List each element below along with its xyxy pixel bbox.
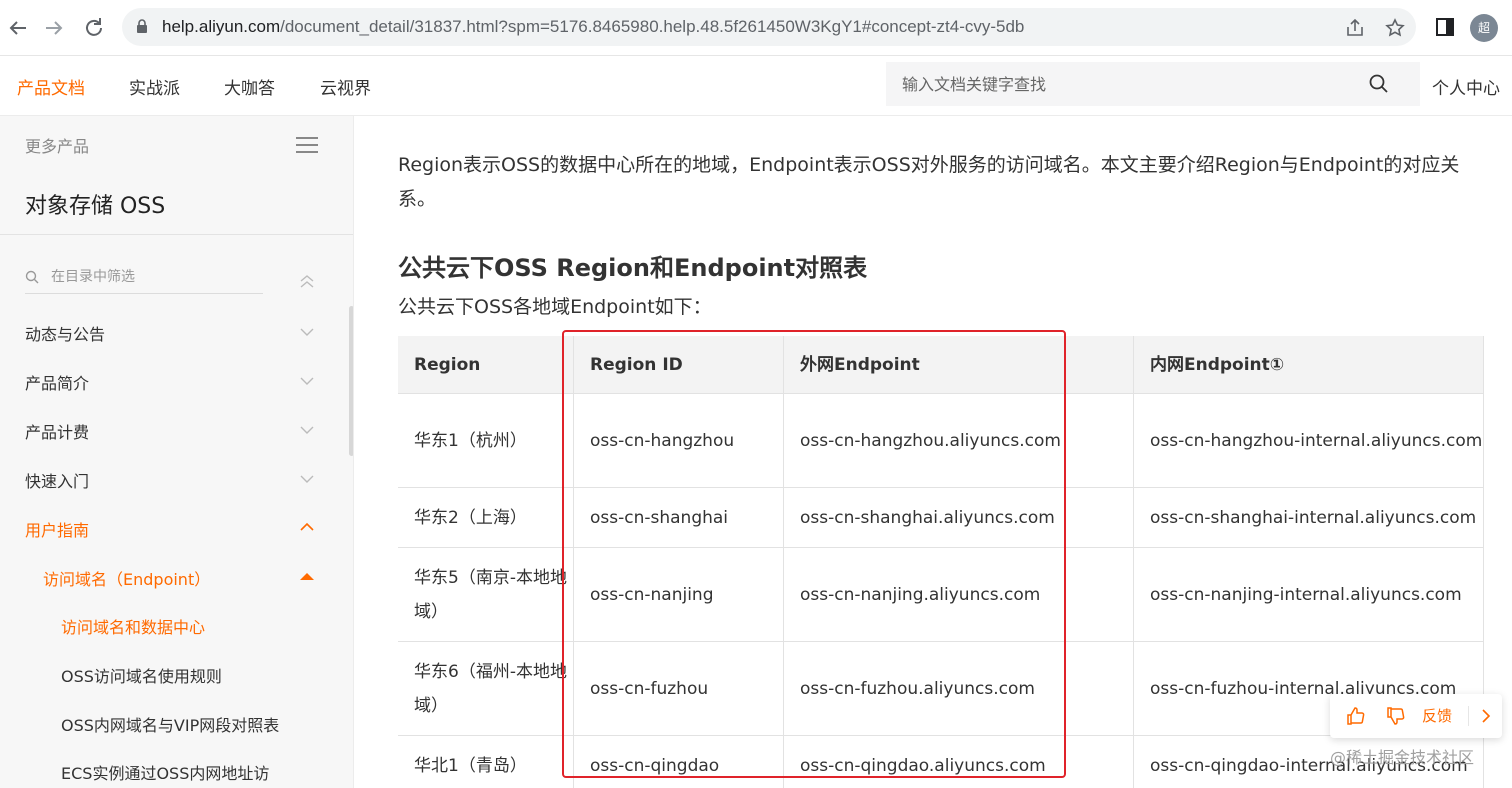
table-cell-region: 华东5（南京-本地地域） [398, 548, 574, 642]
table-cell-public-endpoint: oss-cn-fuzhou.aliyuncs.com [784, 642, 1134, 736]
menu-icon[interactable] [296, 136, 318, 154]
table-cell-region: 华东2（上海） [398, 488, 574, 548]
sidebar-toggle-icon[interactable] [1434, 16, 1456, 38]
chevron-up-icon[interactable] [299, 522, 315, 532]
watermark-text: @稀土掘金技术社区 [1330, 748, 1475, 767]
feedback-widget: 反馈 [1330, 694, 1502, 738]
table-header-cell: 内网Endpoint① [1134, 336, 1484, 394]
table-cell-region-id: oss-cn-fuzhou [574, 642, 784, 736]
table-cell-public-endpoint: oss-cn-shanghai.aliyuncs.com [784, 488, 1134, 548]
chevron-down-icon[interactable] [299, 474, 315, 484]
table-header-cell: 外网Endpoint [784, 336, 1134, 394]
sidebar-item-overview[interactable]: 产品简介 [25, 370, 89, 394]
nav-cloud-view[interactable]: 云视界 [320, 74, 371, 99]
table-cell-region: 华东6（福州-本地地域） [398, 642, 574, 736]
intro-paragraph: Region表示OSS的数据中心所在的地域，Endpoint表示OSS对外服务的… [398, 154, 1460, 210]
sidebar-filter-input[interactable] [51, 266, 261, 288]
sidebar-item-endpoint-rules[interactable]: OSS访问域名使用规则 [61, 663, 222, 687]
table-cell-internal-endpoint: oss-cn-shanghai-internal.aliyuncs.com [1134, 488, 1484, 548]
table-cell-region: 华东1（杭州） [398, 394, 574, 488]
url-host: help.aliyun.com [162, 17, 281, 36]
table-cell-region-id: oss-cn-nanjing [574, 548, 784, 642]
share-icon[interactable] [1344, 17, 1366, 39]
feedback-divider [1468, 706, 1469, 726]
more-products-link[interactable]: 更多产品 [25, 133, 89, 157]
section-subtitle: 公共云下OSS各地域Endpoint如下： [398, 296, 712, 318]
chevron-right-icon[interactable] [1476, 706, 1496, 726]
nav-experts[interactable]: 大咖答 [224, 74, 275, 99]
table-cell-region: 华北1（青岛） [398, 736, 574, 788]
product-title: 对象存储 OSS [25, 194, 166, 219]
table-cell-region-id: oss-cn-qingdao [574, 736, 784, 788]
doc-sidebar: 更多产品 对象存储 OSS 动态与公告 产品简介 产品计费 快速入门 用户指南 … [0, 116, 354, 788]
site-header: 产品文档 实战派 大咖答 云视界 个人中心 [0, 56, 1512, 116]
sidebar-item-announcements[interactable]: 动态与公告 [25, 321, 105, 345]
table-cell-region-id: oss-cn-shanghai [574, 488, 784, 548]
table-header-cell: Region [398, 336, 574, 394]
sidebar-item-billing[interactable]: 产品计费 [25, 419, 89, 443]
table-cell-public-endpoint: oss-cn-nanjing.aliyuncs.com [784, 548, 1134, 642]
table-cell-public-endpoint: oss-cn-hangzhou.aliyuncs.com [784, 394, 1134, 488]
table-cell-internal-endpoint: oss-cn-hangzhou-internal.aliyuncs.com [1134, 394, 1484, 488]
url-text[interactable]: help.aliyun.com/document_detail/31837.ht… [162, 17, 1024, 37]
sidebar-divider [0, 234, 353, 235]
chevron-down-icon[interactable] [299, 376, 315, 386]
sidebar-item-vip-ranges[interactable]: OSS内网域名与VIP网段对照表 [61, 712, 279, 736]
back-arrow-icon[interactable] [4, 14, 32, 42]
table-cell-internal-endpoint: oss-cn-nanjing-internal.aliyuncs.com [1134, 548, 1484, 642]
bookmark-star-icon[interactable] [1384, 17, 1406, 39]
personal-center-link[interactable]: 个人中心 [1432, 74, 1500, 99]
doc-content: Region表示OSS的数据中心所在的地域，Endpoint表示OSS对外服务的… [356, 116, 1512, 788]
sidebar-filter [25, 264, 263, 294]
sidebar-scrollbar[interactable] [349, 306, 353, 456]
profile-avatar[interactable]: 超 [1470, 14, 1498, 42]
nav-practice[interactable]: 实战派 [129, 74, 180, 99]
table-header-cell: Region ID [574, 336, 784, 394]
sidebar-item-ecs-internal[interactable]: ECS实例通过OSS内网地址访 [61, 760, 269, 784]
sidebar-item-user-guide[interactable]: 用户指南 [25, 517, 89, 541]
sidebar-item-endpoint[interactable]: 访问域名（Endpoint） [43, 566, 210, 590]
thumbs-up-icon[interactable] [1346, 706, 1366, 726]
doc-search-input[interactable] [902, 72, 1362, 96]
chevron-down-icon[interactable] [299, 327, 315, 337]
section-title: 公共云下OSS Region和Endpoint对照表 [398, 254, 868, 282]
nav-product-docs[interactable]: 产品文档 [17, 74, 85, 99]
browser-toolbar: help.aliyun.com/document_detail/31837.ht… [0, 0, 1512, 56]
address-bar[interactable]: help.aliyun.com/document_detail/31837.ht… [122, 8, 1416, 46]
sidebar-item-endpoint-datacenter[interactable]: 访问域名和数据中心 [61, 614, 205, 638]
lock-icon[interactable] [136, 19, 148, 34]
feedback-button[interactable]: 反馈 [1422, 705, 1452, 726]
caret-up-icon[interactable] [299, 571, 315, 581]
filter-search-icon [25, 270, 39, 284]
search-icon[interactable] [1368, 73, 1390, 95]
collapse-all-icon[interactable] [298, 272, 316, 290]
chevron-down-icon[interactable] [299, 425, 315, 435]
url-path: /document_detail/31837.html?spm=5176.846… [280, 17, 1025, 36]
sidebar-item-quickstart[interactable]: 快速入门 [25, 468, 89, 492]
forward-arrow-icon[interactable] [40, 14, 68, 42]
table-cell-public-endpoint: oss-cn-qingdao.aliyuncs.com [784, 736, 1134, 788]
doc-search-box [886, 62, 1420, 106]
thumbs-down-icon[interactable] [1386, 706, 1406, 726]
table-cell-region-id: oss-cn-hangzhou [574, 394, 784, 488]
reload-icon[interactable] [80, 14, 108, 42]
